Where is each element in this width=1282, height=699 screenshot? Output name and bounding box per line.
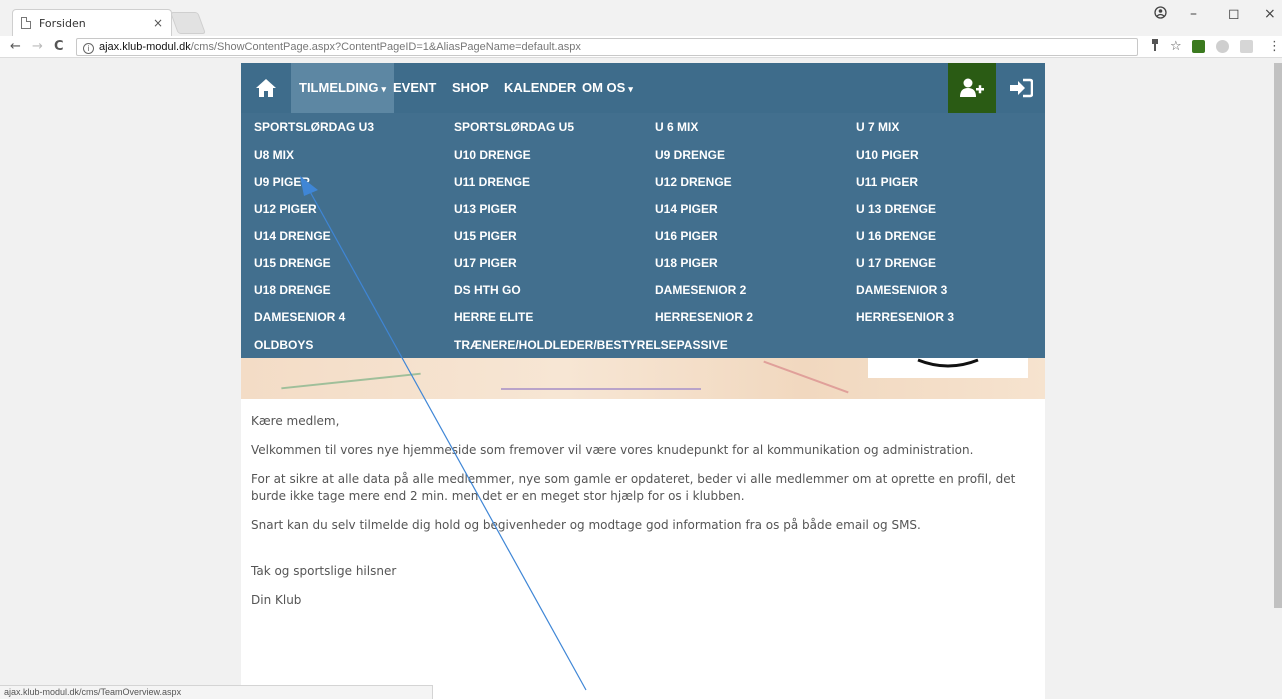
dropdown-item[interactable]: U16 PIGER — [655, 229, 718, 243]
bookmark-star-icon[interactable]: ☆ — [1170, 39, 1182, 54]
dropdown-item[interactable]: U 7 MIX — [856, 120, 899, 134]
extension-circle-icon[interactable] — [1216, 40, 1229, 53]
dropdown-item[interactable]: U12 PIGER — [254, 202, 317, 216]
status-bar: ajax.klub-modul.dk/cms/TeamOverview.aspx — [0, 685, 433, 699]
dropdown-item[interactable]: U10 DRENGE — [454, 148, 531, 162]
close-window-button[interactable]: × — [1264, 6, 1276, 22]
club-logo — [868, 358, 1028, 378]
court-line — [763, 360, 849, 394]
url-path: /cms/ShowContentPage.aspx?ContentPageID=… — [190, 41, 581, 53]
dropdown-item[interactable]: U14 DRENGE — [254, 229, 331, 243]
main-nav: TILMELDING ▾ EVENT SHOP KALENDER OM OS ▾ — [241, 63, 1045, 113]
dropdown-item[interactable]: U 17 DRENGE — [856, 256, 936, 270]
dropdown-item[interactable]: OLDBOYS — [254, 338, 313, 352]
paragraph: Tak og sportslige hilsner — [251, 564, 397, 578]
court-line — [281, 372, 421, 390]
dropdown-item[interactable]: U11 DRENGE — [454, 175, 530, 189]
nav-tilmelding-label: TILMELDING — [299, 80, 379, 95]
dropdown-item[interactable]: DAMESENIOR 2 — [655, 283, 746, 297]
info-icon[interactable]: i — [83, 43, 94, 54]
home-icon — [256, 79, 276, 97]
dropdown-item[interactable]: U18 DRENGE — [254, 283, 331, 297]
chevron-down-icon: ▾ — [628, 84, 633, 94]
dropdown-item[interactable]: U12 DRENGE — [655, 175, 732, 189]
nav-shop-label: SHOP — [452, 80, 489, 95]
dropdown-item[interactable]: U14 PIGER — [655, 202, 718, 216]
dropdown-item[interactable]: HERRESENIOR 3 — [856, 310, 954, 324]
dropdown-item[interactable]: DAMESENIOR 3 — [856, 283, 947, 297]
back-button[interactable]: ← — [10, 39, 21, 54]
chevron-down-icon: ▾ — [381, 84, 386, 94]
nav-tilmelding[interactable]: TILMELDING ▾ — [291, 63, 394, 113]
dropdown-item[interactable]: U 13 DRENGE — [856, 202, 936, 216]
page-scrollbar[interactable] — [1274, 63, 1282, 608]
home-button[interactable] — [241, 63, 291, 113]
dropdown-item[interactable]: U11 PIGER — [856, 175, 918, 189]
reload-button[interactable]: C — [54, 39, 64, 54]
dropdown-item[interactable]: U9 PIGER — [254, 175, 310, 189]
extension-square-icon[interactable] — [1240, 40, 1253, 53]
dropdown-item[interactable]: DAMESENIOR 4 — [254, 310, 345, 324]
profile-icon[interactable] — [1154, 6, 1167, 23]
dropdown-item[interactable]: U17 PIGER — [454, 256, 517, 270]
tilmelding-dropdown: SPORTSLØRDAG U3 U8 MIX U9 PIGER U12 PIGE… — [241, 113, 1045, 358]
dropdown-item[interactable]: U9 DRENGE — [655, 148, 725, 162]
nav-om-os-label: OM OS — [582, 80, 626, 95]
dropdown-item[interactable]: U15 DRENGE — [254, 256, 331, 270]
browser-tab-bar: Forsiden × – ◻ × — [0, 0, 1282, 36]
browser-tab[interactable]: Forsiden × — [12, 9, 172, 36]
minimize-button[interactable]: – — [1190, 6, 1197, 22]
page-icon — [21, 17, 31, 29]
dropdown-item[interactable]: U8 MIX — [254, 148, 294, 162]
dropdown-item[interactable]: U 6 MIX — [655, 120, 698, 134]
court-line — [501, 388, 701, 390]
dropdown-item[interactable]: TRÆNERE/HOLDLEDER/BESTYRELSEPASSIVE — [454, 338, 728, 352]
dropdown-item[interactable]: SPORTSLØRDAG U5 — [454, 120, 574, 134]
paragraph: For at sikre at alle data på alle medlem… — [251, 472, 1016, 503]
url-host: ajax.klub-modul.dk — [99, 41, 191, 53]
paragraph: Snart kan du selv tilmelde dig hold og b… — [251, 518, 921, 532]
dropdown-item[interactable]: U10 PIGER — [856, 148, 919, 162]
login-button[interactable] — [996, 63, 1045, 113]
page-container: TILMELDING ▾ EVENT SHOP KALENDER OM OS ▾ S… — [241, 63, 1045, 699]
pin-icon[interactable] — [1150, 39, 1160, 55]
dropdown-item[interactable]: DS HTH GO — [454, 283, 521, 297]
new-tab-button[interactable] — [169, 12, 207, 34]
hero-banner — [241, 358, 1045, 399]
nav-om-os[interactable]: OM OS ▾ — [582, 63, 633, 113]
paragraph: Kære medlem, — [251, 414, 340, 428]
extension-shield-icon[interactable] — [1192, 40, 1205, 53]
sign-in-icon — [1009, 78, 1033, 98]
nav-event[interactable]: EVENT — [393, 63, 436, 113]
paragraph: Velkommen til vores nye hjemmeside som f… — [251, 443, 974, 457]
dropdown-item[interactable]: SPORTSLØRDAG U3 — [254, 120, 374, 134]
tab-title: Forsiden — [39, 16, 86, 30]
dropdown-item[interactable]: U15 PIGER — [454, 229, 517, 243]
dropdown-item[interactable]: HERRESENIOR 2 — [655, 310, 753, 324]
add-user-button[interactable] — [948, 63, 996, 113]
nav-kalender-label: KALENDER — [504, 80, 577, 95]
add-user-icon — [960, 78, 984, 97]
nav-kalender[interactable]: KALENDER — [504, 63, 576, 113]
nav-shop[interactable]: SHOP — [452, 63, 489, 113]
welcome-text: Kære medlem, Velkommen til vores nye hje… — [251, 413, 1031, 621]
paragraph: Din Klub — [251, 593, 302, 607]
browser-toolbar: ← → C i ajax.klub-modul.dk/cms/ShowConten… — [0, 36, 1282, 58]
dropdown-item[interactable]: HERRE ELITE — [454, 310, 533, 324]
dropdown-item[interactable]: U13 PIGER — [454, 202, 517, 216]
restore-button[interactable]: ◻ — [1228, 6, 1240, 22]
paragraph-spacer — [251, 546, 1031, 551]
dropdown-item[interactable]: U 16 DRENGE — [856, 229, 936, 243]
nav-event-label: EVENT — [393, 80, 437, 95]
forward-button[interactable]: → — [32, 39, 43, 54]
dropdown-item[interactable]: U18 PIGER — [655, 256, 718, 270]
tab-close-icon[interactable]: × — [153, 16, 163, 30]
menu-kebab-icon[interactable]: ⋮ — [1268, 39, 1281, 54]
address-bar[interactable]: i ajax.klub-modul.dk/cms/ShowContentPage.… — [76, 38, 1138, 56]
